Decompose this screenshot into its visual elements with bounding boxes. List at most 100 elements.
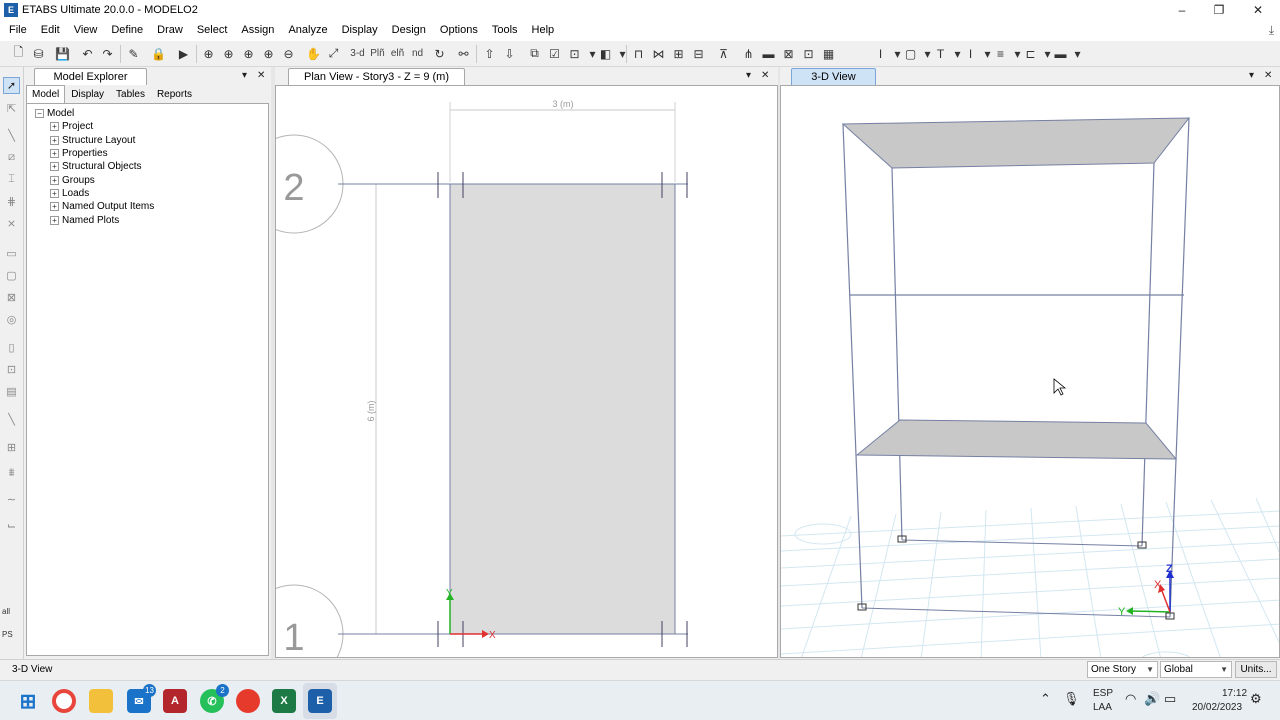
beam-section-icon[interactable]: T [932, 45, 949, 62]
tree-item-groups[interactable]: + Groups [27, 173, 268, 186]
chevron-down-icon[interactable]: ▾ [614, 45, 631, 62]
links-icon[interactable]: ⊠ [780, 45, 797, 62]
draw-opening-icon[interactable]: ◎ [3, 311, 20, 328]
pan-icon[interactable]: ✋ [305, 45, 322, 62]
expand-icon[interactable]: + [50, 149, 59, 159]
extrude-view-icon[interactable]: ◧ [597, 45, 614, 62]
coord-system-select[interactable]: Global ▼ [1160, 661, 1232, 678]
menu-define[interactable]: Define [104, 20, 150, 41]
excel-icon[interactable]: X [272, 689, 296, 713]
menu-assign[interactable]: Assign [234, 20, 281, 41]
tree-item-properties[interactable]: + Properties [27, 147, 268, 160]
plan-view-canvas[interactable]: 2 1 3 (m) 6 (m) Y X [275, 85, 778, 658]
braces-icon[interactable]: ⋈ [650, 45, 667, 62]
edge-icon[interactable]: ⊏ [1022, 45, 1039, 62]
zoom-window-icon[interactable]: ⊕ [200, 45, 217, 62]
draw-wall-icon[interactable]: ▯ [3, 339, 20, 356]
menu-select[interactable]: Select [190, 20, 235, 41]
run-analysis-icon[interactable]: ▶ [175, 45, 192, 62]
save-icon[interactable]: 💾 [54, 45, 71, 62]
close-window-button[interactable]: ✕ [1240, 0, 1276, 20]
windows-start-icon[interactable]: ⊞ [16, 689, 40, 713]
tendons-icon[interactable]: ⊡ [800, 45, 817, 62]
select-all-label[interactable]: all [2, 607, 10, 616]
draw-grid-icon[interactable]: ⊞ [3, 439, 20, 456]
wifi-icon[interactable]: ◠ [1125, 691, 1136, 707]
whatsapp-icon[interactable]: ✆ 2 [200, 684, 229, 713]
tomato-timer-icon[interactable] [236, 689, 260, 713]
display-options-icon[interactable]: ⊡ [566, 45, 583, 62]
draw-floor-icon[interactable]: ▭ [3, 245, 20, 262]
view-3d-canvas[interactable]: Z Y X [780, 85, 1280, 658]
explorer-tab-reports[interactable]: Reports [151, 85, 198, 103]
language-line2[interactable]: LAA [1093, 702, 1112, 713]
column-section-icon[interactable]: Ι [872, 45, 889, 62]
explorer-tab-display[interactable]: Display [65, 85, 110, 103]
object-shrink-icon[interactable]: ⧉ [526, 45, 543, 62]
new-model-icon[interactable]: 🗋 [10, 45, 27, 62]
expand-icon[interactable]: + [50, 188, 59, 198]
draw-tendon-icon[interactable]: ⩩ [3, 465, 20, 482]
panel-close-icon[interactable]: ✕ [257, 70, 265, 81]
model-explorer-tab[interactable]: Model Explorer [34, 68, 147, 85]
expand-icon[interactable]: + [50, 162, 59, 172]
tree-item-structure-layout[interactable]: + Structure Layout [27, 134, 268, 147]
tree-item-loads[interactable]: + Loads [27, 187, 268, 200]
download-icon[interactable]: ⤓ [1269, 23, 1274, 38]
menu-view[interactable]: View [67, 20, 105, 41]
draw-beam-icon[interactable]: ⧄ [3, 149, 20, 166]
slab-icon[interactable]: ▦ [820, 45, 837, 62]
zoom-restore-icon[interactable]: ⊕ [220, 45, 237, 62]
explorer-tab-tables[interactable]: Tables [110, 85, 151, 103]
draw-link-icon[interactable]: ╲ [3, 411, 20, 428]
draw-rect-floor-icon[interactable]: ▢ [3, 267, 20, 284]
frame-icon[interactable]: ⊓ [630, 45, 647, 62]
panel-menu-icon[interactable]: ▾ [1249, 70, 1254, 81]
menu-tools[interactable]: Tools [485, 20, 525, 41]
view-3d-button[interactable]: 3-d [349, 45, 366, 62]
undo-icon[interactable]: ↶ [79, 45, 96, 62]
chevron-up-icon[interactable]: ⌃ [1040, 691, 1051, 707]
tree-item-structural-objects[interactable]: + Structural Objects [27, 160, 268, 173]
tree-item-project[interactable]: + Project [27, 120, 268, 133]
walls-icon[interactable]: ▬ [760, 45, 777, 62]
collapse-icon[interactable]: − [35, 109, 44, 119]
draw-dimension-icon[interactable]: ⌙ [3, 517, 20, 534]
expand-icon[interactable]: + [50, 175, 59, 185]
perspective-icon[interactable]: ⚯ [455, 45, 472, 62]
notification-settings-icon[interactable]: ⚙ [1250, 691, 1262, 707]
tree-item-model[interactable]: − Model [27, 107, 268, 120]
plan-view-tab[interactable]: Plan View - Story3 - Z = 9 (m) [288, 68, 465, 85]
plan-view-button[interactable]: Plñ [369, 45, 386, 62]
menu-options[interactable]: Options [433, 20, 485, 41]
quick-draw-wall-icon[interactable]: ⊡ [3, 361, 20, 378]
wall-section-icon[interactable]: Ι [962, 45, 979, 62]
menu-edit[interactable]: Edit [34, 20, 67, 41]
check-model-icon[interactable]: ☑ [546, 45, 563, 62]
draw-brace-icon[interactable]: ⨯ [3, 215, 20, 232]
elevation-view-button[interactable]: elñ [389, 45, 406, 62]
rotate-view-icon[interactable]: ↻ [431, 45, 448, 62]
file-explorer-icon[interactable] [89, 689, 113, 713]
redo-icon[interactable]: ↷ [99, 45, 116, 62]
clock-time[interactable]: 17:12 [1222, 688, 1247, 699]
panel-menu-icon[interactable]: ▾ [242, 70, 247, 81]
custom-view-button[interactable]: nd [409, 45, 426, 62]
chevron-down-icon[interactable]: ▾ [1069, 45, 1086, 62]
draw-secondary-beam-icon[interactable]: ⋕ [3, 193, 20, 210]
draw-column-icon[interactable]: ⌶ [3, 171, 20, 188]
columns-icon[interactable]: ⊟ [690, 45, 707, 62]
explorer-tab-model[interactable]: Model [26, 85, 66, 103]
move-down-icon[interactable]: ⇩ [501, 45, 518, 62]
pointer-select-icon[interactable]: ➚ [3, 77, 20, 94]
menu-help[interactable]: Help [525, 20, 562, 41]
pen-icon[interactable]: ✎ [125, 45, 142, 62]
quick-draw-floor-icon[interactable]: ⊠ [3, 289, 20, 306]
previous-selection-label[interactable]: PS [2, 630, 13, 639]
clock-date[interactable]: 20/02/2023 [1192, 702, 1242, 713]
supports-icon[interactable]: ⊼ [715, 45, 732, 62]
reshape-icon[interactable]: ⇱ [3, 100, 20, 117]
microphone-icon[interactable]: 🎙 [1063, 691, 1080, 707]
etabs-taskbar-icon[interactable]: E [308, 689, 332, 713]
expand-icon[interactable]: + [50, 215, 59, 225]
